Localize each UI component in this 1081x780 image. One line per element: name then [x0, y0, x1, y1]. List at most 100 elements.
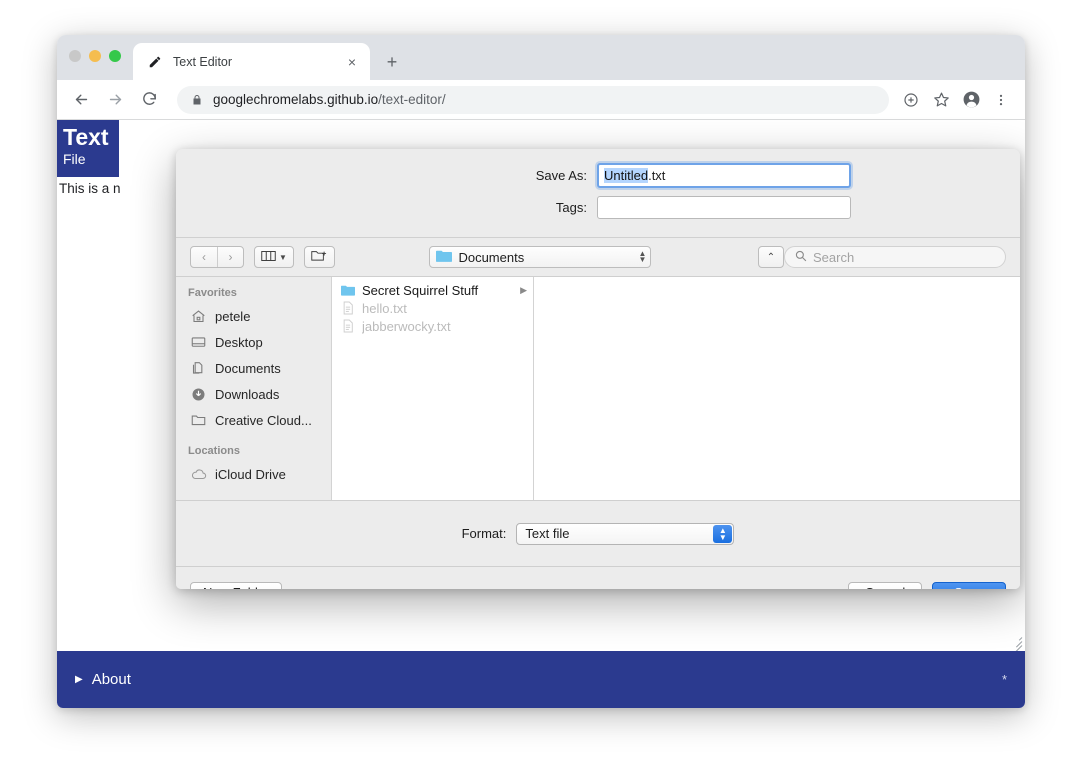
search-placeholder: Search	[813, 250, 854, 265]
column-view-icon	[261, 250, 276, 265]
stepper-icon[interactable]: ▲▼	[713, 525, 732, 543]
file-column: Secret Squirrel Stuff ▶ hello.txt	[332, 277, 534, 500]
dialog-back-button[interactable]: ‹	[191, 247, 217, 267]
url-path: /text-editor/	[378, 92, 446, 107]
footer-mark: *	[1002, 673, 1007, 686]
browser-toolbar: googlechromelabs.github.io/text-editor/	[57, 80, 1025, 120]
go-up-button[interactable]: ⌃	[758, 246, 784, 268]
sidebar-item-documents[interactable]: Documents	[176, 355, 331, 381]
install-icon[interactable]	[897, 86, 925, 114]
new-folder-toolbar-button[interactable]	[304, 246, 335, 268]
text-file-icon	[340, 319, 355, 334]
profile-icon[interactable]	[957, 86, 985, 114]
cancel-button[interactable]: Cancel	[848, 582, 922, 590]
search-icon	[795, 250, 807, 265]
forward-icon[interactable]	[101, 86, 129, 114]
file-name: Secret Squirrel Stuff	[362, 283, 513, 298]
dialog-name-fields: Save As: Untitled.txt Tags:	[176, 149, 1020, 237]
about-label: About	[92, 671, 131, 688]
back-icon[interactable]	[67, 86, 95, 114]
file-menu[interactable]: File	[63, 150, 119, 168]
save-as-row: Save As: Untitled.txt	[176, 163, 1020, 188]
file-name: hello.txt	[362, 301, 527, 316]
sidebar-header-favorites: Favorites	[176, 287, 331, 303]
download-icon	[190, 386, 207, 403]
browser-tab[interactable]: Text Editor ×	[133, 43, 370, 80]
file-browser: Favorites petele Desktop	[176, 277, 1020, 501]
dialog-forward-button[interactable]: ›	[217, 247, 243, 267]
window-traffic-lights	[69, 50, 121, 62]
sidebar-item-icloud-drive[interactable]: iCloud Drive	[176, 461, 331, 487]
tags-label: Tags:	[345, 200, 597, 215]
url-text: googlechromelabs.github.io/text-editor/	[213, 92, 446, 107]
filename-extension: .txt	[648, 168, 665, 183]
lock-icon	[191, 94, 203, 106]
url-domain: googlechromelabs.github.io	[213, 92, 378, 107]
toolbar-actions	[897, 86, 1015, 114]
documents-icon	[190, 360, 207, 377]
new-folder-button[interactable]: New Folder	[190, 582, 282, 590]
app-footer: ▶ About *	[57, 651, 1025, 708]
folder-icon	[340, 283, 355, 298]
home-icon	[190, 308, 207, 325]
dialog-buttons: New Folder Cancel Save	[176, 567, 1020, 589]
dialog-action-buttons: Cancel Save	[848, 582, 1006, 590]
page-title: Text	[63, 124, 119, 150]
sidebar-item-label: iCloud Drive	[215, 467, 286, 482]
sidebar-spacer	[176, 433, 331, 445]
path-popup-button[interactable]: Documents ▲▼	[429, 246, 651, 268]
stepper-icon: ▲▼	[639, 251, 647, 263]
save-as-label: Save As:	[345, 168, 597, 183]
tags-input[interactable]	[597, 196, 851, 219]
format-label: Format:	[462, 526, 517, 541]
menu-icon[interactable]	[987, 86, 1015, 114]
chevron-down-icon: ▼	[279, 253, 287, 262]
save-button[interactable]: Save	[932, 582, 1006, 590]
sidebar-item-creative-cloud[interactable]: Creative Cloud...	[176, 407, 331, 433]
current-folder-label: Documents	[458, 250, 632, 265]
text-file-icon	[340, 301, 355, 316]
folder-icon	[436, 249, 452, 265]
app-header: Text File	[57, 120, 119, 177]
format-value: Text file	[525, 526, 569, 541]
tags-row: Tags:	[176, 196, 1020, 219]
close-icon[interactable]: ×	[344, 54, 360, 70]
filename-input[interactable]: Untitled.txt	[597, 163, 851, 188]
file-row: jabberwocky.txt	[332, 317, 533, 335]
file-row: hello.txt	[332, 299, 533, 317]
new-folder-icon	[311, 249, 328, 265]
new-tab-button[interactable]: +	[378, 48, 406, 76]
sidebar-item-label: Documents	[215, 361, 281, 376]
sidebar-item-desktop[interactable]: Desktop	[176, 329, 331, 355]
sidebar-item-label: Desktop	[215, 335, 263, 350]
file-name: jabberwocky.txt	[362, 319, 527, 334]
window-close-button[interactable]	[69, 50, 81, 62]
search-input[interactable]: Search	[784, 246, 1006, 268]
bookmark-star-icon[interactable]	[927, 86, 955, 114]
save-file-dialog: Save As: Untitled.txt Tags: ‹ › ▼	[176, 149, 1020, 589]
sidebar-item-label: Creative Cloud...	[215, 413, 312, 428]
dialog-toolbar: ‹ › ▼	[176, 238, 1020, 277]
sidebar-header-locations: Locations	[176, 445, 331, 461]
sidebar-item-downloads[interactable]: Downloads	[176, 381, 331, 407]
preview-column	[534, 277, 1020, 500]
desktop-icon	[190, 334, 207, 351]
pencil-icon	[147, 54, 163, 70]
folder-icon	[190, 412, 207, 429]
tab-title: Text Editor	[173, 55, 344, 69]
address-bar[interactable]: googlechromelabs.github.io/text-editor/	[177, 86, 889, 114]
browser-window: Text Editor × + google	[57, 35, 1025, 708]
file-row[interactable]: Secret Squirrel Stuff ▶	[332, 281, 533, 299]
sidebar-item-label: Downloads	[215, 387, 279, 402]
filename-selected-text: Untitled	[604, 168, 648, 183]
disclosure-arrow-icon[interactable]: ▶	[520, 285, 527, 296]
view-mode-button[interactable]: ▼	[254, 246, 294, 268]
window-minimize-button[interactable]	[89, 50, 101, 62]
about-disclosure[interactable]: ▶ About	[75, 671, 131, 688]
sidebar-item-petele[interactable]: petele	[176, 303, 331, 329]
resize-grip-icon[interactable]	[1008, 634, 1022, 648]
nav-segmented-control: ‹ ›	[190, 246, 244, 268]
reload-icon[interactable]	[135, 86, 163, 114]
window-maximize-button[interactable]	[109, 50, 121, 62]
format-select[interactable]: Text file ▲▼	[516, 523, 734, 545]
